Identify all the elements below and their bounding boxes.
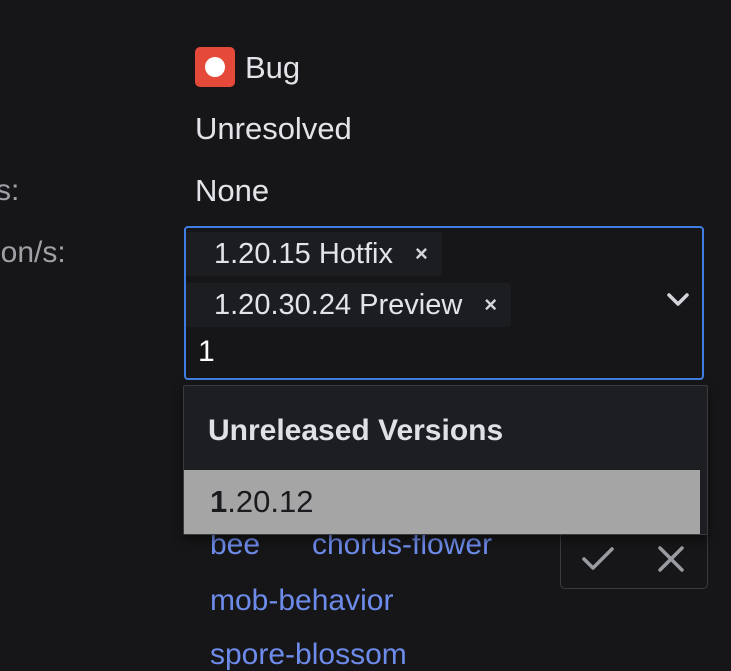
bug-icon bbox=[195, 47, 235, 87]
version-chip-label: 1.20.15 Hotfix bbox=[214, 237, 393, 270]
resolution-value: Unresolved bbox=[195, 113, 352, 144]
check-icon[interactable] bbox=[578, 539, 618, 579]
issue-type: Bug bbox=[195, 47, 300, 87]
version-chip: 1.20.15 Hotfix × bbox=[186, 232, 442, 276]
dropdown-group-heading: Unreleased Versions bbox=[208, 414, 504, 447]
fix-version-label-partial: ion/s: bbox=[0, 236, 66, 269]
option-rest-text: .20.12 bbox=[227, 484, 314, 519]
field-label-partial: s: bbox=[0, 174, 20, 207]
issue-type-label: Bug bbox=[245, 49, 301, 85]
version-search-input[interactable] bbox=[198, 332, 638, 372]
chevron-down-icon[interactable] bbox=[666, 288, 690, 312]
remove-chip-icon[interactable]: × bbox=[415, 243, 428, 265]
version-chip: 1.20.30.24 Preview × bbox=[186, 283, 512, 327]
version-dropdown: Unreleased Versions 1.20.12 bbox=[183, 385, 708, 535]
label-tag[interactable]: spore-blossom bbox=[210, 640, 407, 670]
dropdown-option[interactable]: 1.20.12 bbox=[184, 470, 700, 534]
label-tag[interactable]: mob-behavior bbox=[210, 586, 393, 616]
version-chip-label: 1.20.30.24 Preview bbox=[214, 288, 463, 321]
field-value-none: None bbox=[195, 175, 269, 206]
remove-chip-icon[interactable]: × bbox=[484, 294, 497, 316]
none-label: None bbox=[195, 173, 270, 208]
option-match-text: 1 bbox=[210, 484, 228, 519]
resolution-label: Unresolved bbox=[195, 111, 352, 146]
close-icon[interactable] bbox=[651, 539, 691, 579]
fix-version-select[interactable]: 1.20.15 Hotfix × 1.20.30.24 Preview × bbox=[184, 226, 704, 380]
